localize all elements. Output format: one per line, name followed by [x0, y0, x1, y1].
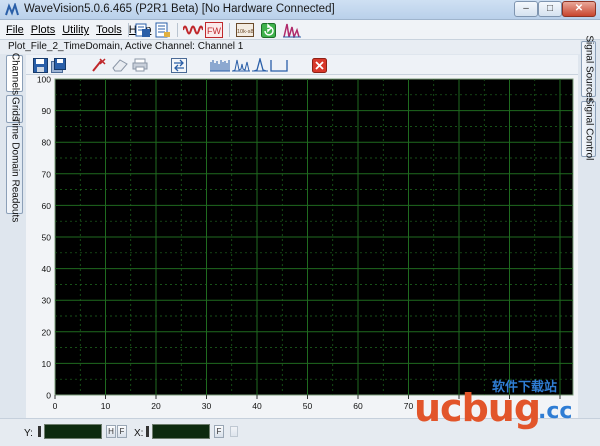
plot-toolbar	[26, 55, 578, 75]
fw-icon[interactable]: FW	[205, 21, 223, 39]
app-logo-icon	[5, 3, 19, 16]
menu-bar: File Plots Utility Tools Help FW 10k-s8	[0, 20, 600, 40]
eraser-icon[interactable]	[112, 57, 128, 73]
spectrum-icon[interactable]	[283, 21, 301, 39]
menu-plots[interactable]: Plots	[31, 24, 55, 36]
y-tick-label: 50	[42, 233, 52, 243]
tab-time-domain-readouts[interactable]: Time Domain Readouts	[6, 118, 23, 222]
time-domain-plot[interactable]: 10090807060504030201000 10 20 30 40 50 60 70	[26, 75, 578, 418]
cursor-remove-icon[interactable]	[90, 57, 108, 73]
minimize-button[interactable]: –	[514, 1, 538, 17]
plot-area[interactable]: 100 90 80 70 60 50 40 30 20 10 0 0 10 20 30 40 50 60 70	[26, 75, 578, 418]
y-fine-button[interactable]: F	[117, 425, 127, 438]
y-tick-label: 30	[42, 296, 52, 306]
save-plot-icon[interactable]	[32, 57, 48, 73]
y-tick-label: 40	[42, 264, 52, 274]
menu: File Plots Utility Tools Help	[6, 24, 151, 36]
x-tick-label: 70	[404, 401, 414, 411]
x-fine-button[interactable]: F	[214, 425, 224, 438]
menu-tools[interactable]: Tools	[96, 24, 122, 36]
save-all-icon[interactable]	[50, 57, 66, 73]
waveform-view-icon[interactable]	[210, 57, 230, 73]
tab-signal-control-label: Signal Control	[583, 97, 594, 161]
tab-signal-control[interactable]: Signal Control	[581, 98, 596, 160]
y-tick-label: 60	[42, 201, 52, 211]
y-tick-label: 20	[42, 327, 52, 337]
menu-file[interactable]: File	[6, 24, 24, 36]
watermark-suffix: .cc	[538, 399, 573, 424]
data-file-icon[interactable]: 10k-s8	[236, 21, 254, 39]
fw-label: FW	[207, 26, 221, 36]
watermark-tagline: 软件下载站	[492, 380, 558, 395]
x-tick-label: 50	[303, 401, 313, 411]
x-readout-display	[152, 424, 210, 439]
tab-readouts-label: Time Domain Readouts	[9, 117, 20, 223]
tab-signal-sources-label: Signal Sources	[583, 35, 594, 103]
x-slider-handle[interactable]	[146, 426, 149, 437]
refresh-green-icon[interactable]	[260, 21, 276, 39]
histogram-view-icon[interactable]	[252, 57, 268, 73]
print-icon[interactable]	[132, 57, 148, 73]
y-tick-label: 100	[37, 75, 51, 85]
x-tick-label: 60	[353, 401, 363, 411]
waveform-red-icon[interactable]	[183, 21, 203, 39]
x-readout-label: X:	[134, 428, 144, 439]
y-hold-button[interactable]: H	[106, 425, 116, 438]
y-tick-label: 90	[42, 106, 52, 116]
close-plot-icon[interactable]	[310, 57, 328, 73]
window-title: WaveVision5.0.6.465 (P2R1 Beta) [No Hard…	[24, 3, 335, 15]
tab-signal-sources[interactable]: Signal Sources	[581, 35, 596, 103]
toolbar-separator	[177, 23, 178, 37]
y-tick-label: 80	[42, 138, 52, 148]
x-tick-label: 40	[252, 401, 262, 411]
open-plot-icon[interactable]	[134, 21, 152, 39]
toolbar-separator	[128, 23, 129, 37]
export-icon[interactable]	[170, 57, 188, 73]
close-button[interactable]: ✕	[562, 1, 596, 17]
x-tick-label: 10	[101, 401, 111, 411]
fft-view-icon[interactable]	[270, 57, 288, 73]
y-readout-display	[44, 424, 102, 439]
y-tick-label: 70	[42, 169, 52, 179]
menu-utility[interactable]: Utility	[62, 24, 89, 36]
tab-channels[interactable]: Channels	[6, 52, 23, 95]
tab-channels-label: Channels	[9, 52, 20, 95]
y-readout-label: Y:	[24, 428, 33, 439]
toolbar-separator	[229, 23, 230, 37]
scroll-handle[interactable]	[230, 426, 238, 437]
y-tick-label: 10	[42, 359, 52, 369]
x-tick-label: 20	[151, 401, 161, 411]
plot-title: Plot_File_2_TimeDomain, Active Channel: …	[0, 40, 580, 54]
x-tick-label: 30	[202, 401, 212, 411]
maximize-button[interactable]: □	[538, 1, 562, 17]
plot-list-icon[interactable]	[154, 21, 172, 39]
y-tick-label: 0	[46, 391, 51, 401]
x-tick-label: 0	[53, 401, 58, 411]
title-bar: WaveVision5.0.6.465 (P2R1 Beta) [No Hard…	[0, 0, 600, 20]
y-slider-handle[interactable]	[38, 426, 41, 437]
data-file-label: 10k-s8	[237, 29, 254, 35]
spectrum-view-icon[interactable]	[232, 57, 250, 73]
